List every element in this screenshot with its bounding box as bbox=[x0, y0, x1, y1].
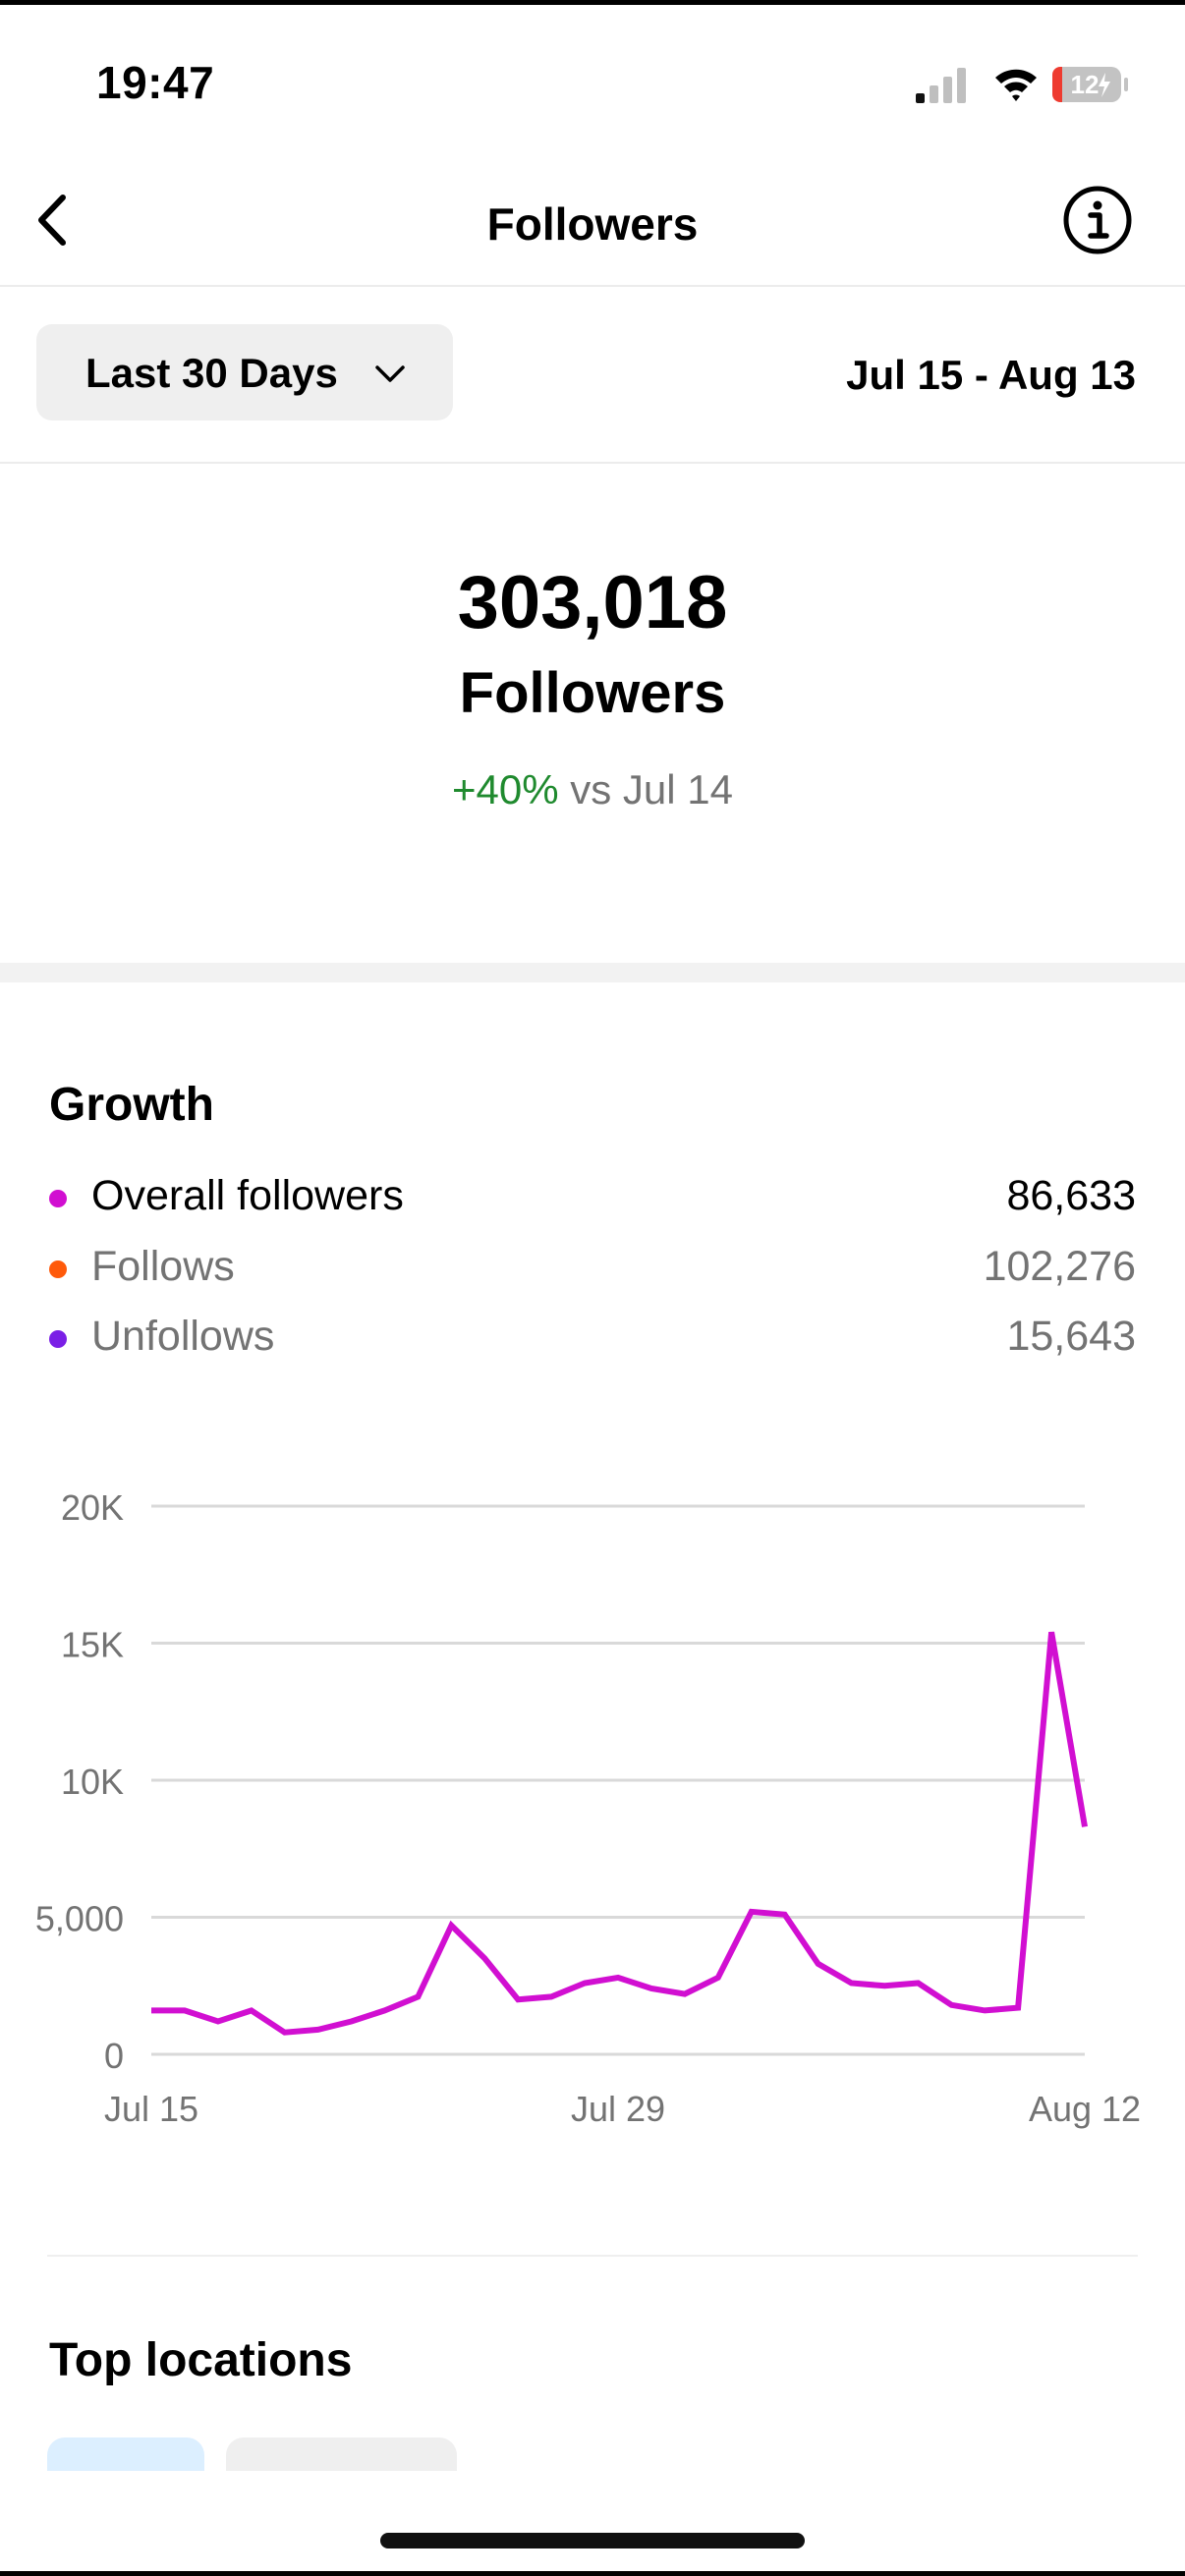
legend-dot-unfollows bbox=[49, 1330, 67, 1348]
follower-label: Followers bbox=[459, 661, 726, 725]
content-clip bbox=[0, 2471, 1185, 2571]
home-indicator[interactable] bbox=[380, 2533, 805, 2548]
date-range-label: Last 30 Days bbox=[85, 350, 338, 396]
legend-value-overall: 86,633 bbox=[1006, 1172, 1136, 1219]
cellular-signal-icon bbox=[916, 68, 966, 103]
y-tick-label: 20K bbox=[61, 1487, 124, 1528]
change-compare-text: vs Jul 14 bbox=[570, 766, 733, 812]
y-tick-label: 10K bbox=[61, 1762, 124, 1802]
wifi-icon bbox=[995, 69, 1037, 101]
legend-dot-follows bbox=[49, 1260, 67, 1278]
growth-title: Growth bbox=[49, 1079, 214, 1131]
app-screen: 19:47 12 Followers Last 30 Days Jul 15 -… bbox=[0, 0, 1185, 2576]
growth-line-chart: 0 5,000 10K 15K 20K Jul 15 Jul 29 Aug 12 bbox=[35, 1487, 1141, 2129]
chevron-down-icon bbox=[375, 365, 405, 382]
legend-dot-overall bbox=[49, 1190, 67, 1207]
follower-count: 303,018 bbox=[457, 561, 728, 644]
top-locations-title: Top locations bbox=[49, 2334, 353, 2386]
y-tick-label: 0 bbox=[104, 2036, 124, 2076]
y-tick-label: 15K bbox=[61, 1625, 124, 1665]
x-tick-label: Jul 15 bbox=[104, 2089, 198, 2129]
filter-row: Last 30 Days Jul 15 - Aug 13 bbox=[0, 287, 1185, 464]
status-time: 19:47 bbox=[96, 57, 215, 108]
x-tick-label: Jul 29 bbox=[571, 2089, 665, 2129]
info-icon[interactable] bbox=[1061, 184, 1134, 256]
legend-value-unfollows: 15,643 bbox=[1006, 1313, 1136, 1360]
follower-change: +40% vs Jul 14 bbox=[0, 766, 1185, 813]
legend-label-follows: Follows bbox=[91, 1243, 235, 1290]
legend-follows: Follows 102,276 bbox=[49, 1243, 1136, 1302]
legend-label-overall: Overall followers bbox=[91, 1172, 404, 1219]
y-tick-label: 5,000 bbox=[35, 1899, 124, 1939]
change-percent: +40% bbox=[451, 766, 559, 812]
x-tick-label: Aug 12 bbox=[1029, 2089, 1141, 2129]
date-range-text: Jul 15 - Aug 13 bbox=[846, 352, 1136, 398]
page-title: Followers bbox=[486, 198, 699, 250]
battery-icon: 12 bbox=[1052, 67, 1128, 102]
nav-bar: Followers bbox=[0, 152, 1185, 287]
series-line-overall-followers bbox=[151, 1631, 1088, 2036]
followers-summary: 303,018 Followers +40% vs Jul 14 bbox=[0, 464, 1185, 963]
legend-overall-followers: Overall followers 86,633 bbox=[49, 1172, 1136, 1231]
legend-label-unfollows: Unfollows bbox=[91, 1313, 275, 1360]
section-divider-bottom bbox=[47, 2255, 1138, 2257]
date-range-dropdown[interactable]: Last 30 Days bbox=[36, 324, 453, 420]
section-divider bbox=[0, 963, 1185, 982]
battery-level: 12 bbox=[1071, 70, 1100, 99]
legend-unfollows: Unfollows 15,643 bbox=[49, 1313, 1136, 1372]
status-bar: 19:47 12 bbox=[0, 5, 1185, 152]
legend-value-follows: 102,276 bbox=[983, 1243, 1136, 1290]
